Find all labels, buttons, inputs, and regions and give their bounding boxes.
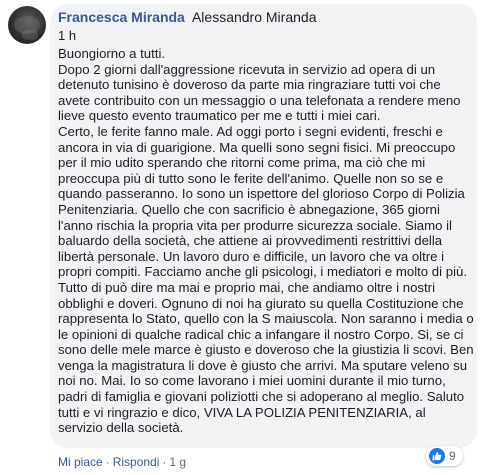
comment-text: Buongiorno a tutti. Dopo 2 giorni dall'ag…: [58, 46, 478, 436]
comment-line: noi no. Mai. Io so come lavorano i miei …: [58, 373, 446, 389]
separator: ·: [105, 455, 110, 469]
author-name[interactable]: Francesca Miranda: [58, 9, 185, 25]
comment-line: per il mio udito sperando che ritorni co…: [58, 155, 426, 171]
comment-line: padri di famiglia e giovani poliziotti c…: [58, 389, 465, 405]
reply-button[interactable]: Rispondi: [113, 455, 160, 469]
comment-line: venga la magistratura li dove è giusto c…: [58, 357, 468, 373]
comment-line: baluardo della società, che attiene ai p…: [58, 233, 443, 249]
comment-line: Dopo 2 giorni dall'aggressione ricevuta …: [58, 61, 436, 77]
comment-line: tutti e vi ringrazio e dico, VIVA LA POL…: [58, 404, 426, 420]
avatar-detail: [22, 30, 38, 40]
reaction-count: 9: [449, 449, 456, 463]
comment-line: ancora in via di guarigione. Ma quelli s…: [58, 139, 456, 155]
comment-line: Penitenziaria. Quello che con sacrificio…: [58, 201, 440, 217]
comment-line: l'anno rischia la propria vita per produ…: [58, 217, 452, 233]
comment-line: libertà personale. Un lavoro duro e diff…: [58, 248, 445, 264]
separator: ·: [162, 455, 167, 469]
comment-line: lieve questo evento traumatico per me e …: [58, 108, 381, 124]
comment-line: propri compiti. Facciamo anche gli psico…: [58, 264, 467, 280]
comment-line: avete contribuito con un messaggio o una…: [58, 92, 461, 108]
comment-line: sono delle mele marce è giusto e doveros…: [58, 342, 474, 358]
comment-line: preoccupa più di tutto sono le ferite de…: [58, 170, 444, 186]
reactions-badge[interactable]: 9: [426, 446, 463, 466]
avatar[interactable]: [8, 6, 46, 44]
comment-line: detenuto tunisino è doveroso da parte mi…: [58, 77, 441, 93]
comment-line: servizio della società.: [58, 420, 184, 436]
comment-line: le opinioni di qualche radical chic a in…: [58, 326, 464, 342]
comment-header: Francesca Miranda Alessandro Miranda: [58, 9, 316, 25]
comment-line: obblighi e doveri. Ognuno di noi ha giur…: [58, 295, 464, 311]
like-icon: [429, 448, 445, 464]
comment-line: Certo, le ferite fanno male. Ad oggi por…: [58, 123, 443, 139]
tagged-user[interactable]: Alessandro Miranda: [192, 9, 317, 25]
comment-actions: Mi piace · Rispondi · 1 g: [58, 455, 186, 469]
comment-line: Tutto di può dire ma mai e proprio mai, …: [58, 279, 435, 295]
comment-line: Buongiorno a tutti.: [58, 46, 166, 61]
comment-time[interactable]: 1 h: [58, 28, 76, 44]
comment-line: rappresenta lo Stato, quello con la S ma…: [58, 311, 474, 327]
like-button[interactable]: Mi piace: [58, 455, 103, 469]
comment-age[interactable]: 1 g: [169, 455, 186, 469]
comment-line: quando passeranno. Io sono un ispettore …: [58, 186, 465, 202]
